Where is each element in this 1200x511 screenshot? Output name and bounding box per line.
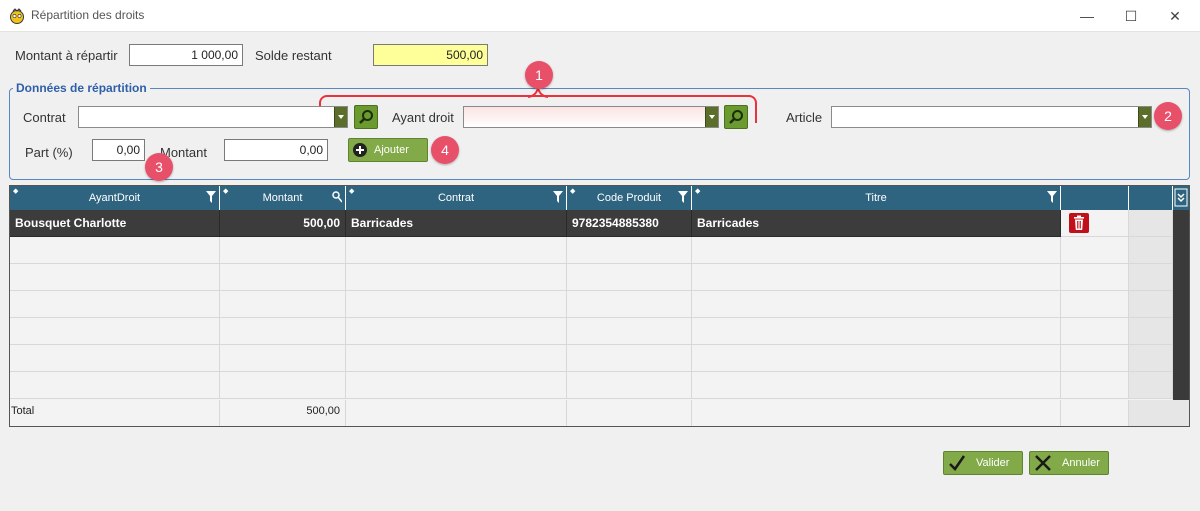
chevron-down-icon[interactable] (334, 107, 347, 127)
total-titre (692, 400, 1061, 426)
filter-icon[interactable] (1047, 191, 1057, 203)
cell-montant[interactable]: 500,00 (220, 210, 346, 237)
minimize-button[interactable]: — (1064, 0, 1110, 32)
plus-circle-icon (353, 143, 367, 157)
cell-code-produit[interactable]: 9782354885380 (567, 210, 692, 237)
app-icon (10, 8, 24, 24)
filter-icon[interactable] (678, 191, 688, 203)
search-icon (359, 110, 373, 124)
column-header-contrat[interactable]: ◆ Contrat (346, 186, 567, 210)
key-icon[interactable] (332, 191, 342, 203)
ayant-droit-combo[interactable] (463, 106, 719, 128)
part-label: Part (%) (25, 145, 73, 160)
ajouter-button[interactable]: Ajouter (348, 138, 428, 162)
maximize-button[interactable]: ☐ (1108, 0, 1154, 32)
column-chooser-button[interactable] (1173, 186, 1189, 210)
total-filler (1129, 400, 1189, 426)
cell-ayant-droit[interactable]: Bousquet Charlotte (10, 210, 220, 237)
column-header-code-produit[interactable]: ◆ Code Produit (567, 186, 692, 210)
filter-icon[interactable] (206, 191, 216, 203)
contrat-search-button[interactable] (354, 105, 378, 129)
chevron-down-icon[interactable] (705, 107, 718, 127)
contrat-combo[interactable] (78, 106, 348, 128)
annotation-badge-3: 3 (145, 153, 173, 181)
check-icon (949, 455, 966, 471)
cell-titre[interactable]: Barricades (692, 210, 1061, 237)
total-contrat (346, 400, 567, 426)
annotation-badge-4: 4 (431, 136, 459, 164)
column-header-ayantdroit[interactable]: ◆ AyantDroit (10, 186, 220, 210)
montant-field[interactable]: 0,00 (224, 139, 328, 161)
part-field[interactable]: 0,00 (92, 139, 145, 161)
title-bar: Répartition des droits — ☐ ✕ (0, 0, 1200, 32)
annotation-badge-2: 2 (1154, 102, 1182, 130)
grid-scrollbar[interactable] (1173, 210, 1189, 400)
trash-icon[interactable] (1069, 213, 1089, 233)
cell-contrat[interactable]: Barricades (346, 210, 567, 237)
total-actions (1061, 400, 1129, 426)
valider-button[interactable]: Valider (943, 451, 1023, 475)
montant-a-repartir-field[interactable]: 1 000,00 (129, 44, 243, 66)
window-title: Répartition des droits (31, 8, 145, 22)
solde-restant-label: Solde restant (255, 48, 332, 63)
ayant-droit-label: Ayant droit (392, 110, 454, 125)
annotation-badge-1: 1 (525, 61, 553, 89)
column-chooser-icon (1174, 188, 1188, 207)
ayant-droit-search-button[interactable] (724, 105, 748, 129)
annuler-button[interactable]: Annuler (1029, 451, 1109, 475)
repartition-grid[interactable]: ◆ AyantDroit ◆ Montant ◆ Contrat ◆ Code … (9, 185, 1190, 427)
solde-restant-field: 500,00 (373, 44, 488, 66)
article-combo[interactable] (831, 106, 1152, 128)
chevron-down-icon[interactable] (1138, 107, 1151, 127)
column-header-titre[interactable]: ◆ Titre (692, 186, 1061, 210)
column-header-actions (1061, 186, 1129, 210)
search-icon (729, 110, 743, 124)
close-x-icon (1035, 455, 1051, 471)
cell-delete[interactable] (1061, 210, 1129, 237)
group-title: Données de répartition (13, 81, 150, 95)
total-montant: 500,00 (220, 400, 346, 426)
montant-a-repartir-label: Montant à répartir (15, 48, 118, 63)
column-header-montant[interactable]: ◆ Montant (220, 186, 346, 210)
close-button[interactable]: ✕ (1152, 0, 1198, 32)
total-code-produit (567, 400, 692, 426)
contrat-label: Contrat (23, 110, 66, 125)
filter-icon[interactable] (553, 191, 563, 203)
cell-filler (1129, 210, 1173, 237)
column-header-filler (1129, 186, 1173, 210)
article-label: Article (786, 110, 823, 125)
total-label: Total (10, 400, 220, 426)
